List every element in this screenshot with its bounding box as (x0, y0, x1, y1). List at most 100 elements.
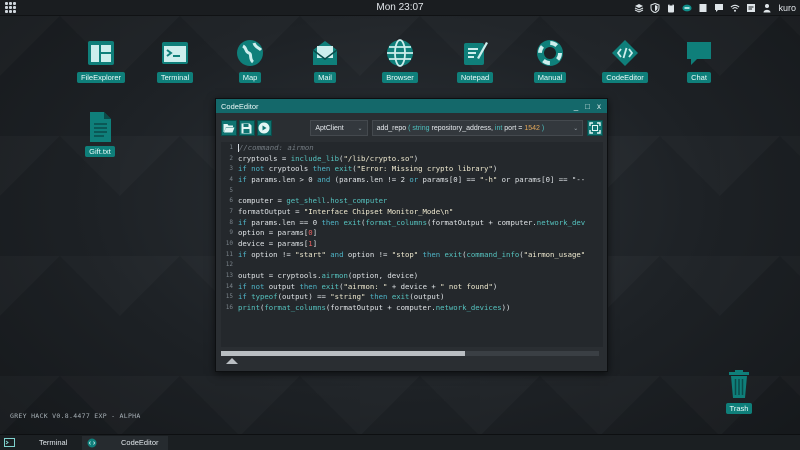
desktop-icon-map[interactable]: Map (220, 36, 280, 83)
desktop-icon-label: Chat (687, 72, 711, 83)
terminal-icon (158, 36, 192, 70)
param-type: int (494, 124, 503, 132)
taskbar: Terminal CodeEditor (0, 434, 800, 450)
wifi-icon[interactable] (730, 3, 740, 13)
code-line: 11 if option != "start" and option != "st… (225, 249, 586, 259)
terminal-icon (4, 438, 15, 448)
clipboard-icon[interactable] (666, 3, 676, 13)
run-button[interactable] (256, 120, 273, 136)
code-line: 6 computer = get_shell.host_computer (229, 196, 388, 206)
file-explorer-icon (84, 36, 118, 70)
code-line: 9 option = params[0] (229, 228, 318, 238)
mail-icon (308, 36, 342, 70)
taskbar-item-label: Terminal (39, 438, 68, 447)
code-line: 4 if params.len > 0 and (params.len != 2 … (229, 174, 586, 184)
taskbar-item-code-editor[interactable]: CodeEditor (82, 435, 168, 450)
desktop-icon-trash[interactable]: Trash (709, 367, 769, 414)
param-type: string (412, 124, 430, 132)
code-line: 8 if params.len == 0 then exit(format_col… (229, 217, 586, 227)
code-line: 10 device = params[1] (225, 239, 318, 249)
close-button[interactable]: x (597, 102, 601, 111)
play-circle-icon (258, 122, 270, 134)
user-icon[interactable] (762, 3, 772, 13)
code-line: 13 output = cryptools.airmon(option, devi… (225, 271, 419, 281)
trash-icon (722, 367, 756, 401)
code-line: 12 (225, 261, 233, 269)
desktop-icon-browser[interactable]: Browser (370, 36, 430, 83)
code-line: 1//command: airmon (229, 142, 314, 152)
layers-icon[interactable] (634, 3, 644, 13)
code-line: 15 if typeof(output) == "string" then exi… (225, 292, 445, 302)
param-name: port (504, 124, 517, 132)
window-titlebar[interactable]: CodeEditor _ □ x (216, 99, 607, 113)
desktop-icon-manual[interactable]: Manual (520, 36, 580, 83)
method-select[interactable]: add_repo ( string repository_address, in… (371, 120, 584, 136)
open-file-button[interactable] (221, 120, 237, 136)
fullscreen-button[interactable] (587, 120, 604, 136)
method-name: add_repo (376, 124, 407, 132)
expand-icon (589, 122, 601, 134)
chevron-down-icon: ⌄ (573, 125, 579, 132)
taskbar-item-label: CodeEditor (121, 438, 159, 447)
apps-menu-icon[interactable] (3, 1, 17, 15)
folder-open-icon (223, 124, 235, 133)
horizontal-scrollbar[interactable] (221, 351, 599, 356)
desktop-icon-label: Mail (314, 72, 336, 83)
desktop-icon-label: Manual (533, 72, 567, 83)
desktop-icon-label: Terminal (156, 72, 194, 83)
code-textarea[interactable]: 1//command: airmon 2 cryptools = include_… (221, 142, 603, 347)
code-line: 7 formatOutput = "Interface Chipset Monit… (229, 206, 454, 216)
username-label: kuro (778, 3, 796, 13)
desktop-icon-chat[interactable]: Chat (669, 36, 729, 83)
desktop-file-gift[interactable]: Gift.txt (70, 110, 130, 157)
editor-toolbar: AptClient ⌄ add_repo ( string repository… (221, 117, 604, 139)
desktop-icon-label: Notepad (456, 72, 494, 83)
taskbar-item-terminal[interactable]: Terminal (0, 436, 80, 450)
code-line: 16 print(format_columns(formatOutput + co… (225, 303, 511, 313)
notepad-tray-icon[interactable] (698, 3, 708, 13)
param-equals: = (518, 124, 523, 132)
messages-icon[interactable] (714, 3, 724, 13)
class-select-value: AptClient (315, 124, 344, 132)
desktop-icon-label: Gift.txt (85, 146, 115, 157)
code-editor-icon (608, 36, 642, 70)
desktop-icon-label: Trash (725, 403, 753, 414)
method-paren-open: ( (408, 124, 411, 132)
code-editor-window: CodeEditor _ □ x AptClient ⌄ add_repo ( … (215, 98, 608, 372)
code-editor-icon (86, 438, 97, 448)
desktop-icon-label: Browser (382, 72, 418, 83)
network-status-icon[interactable] (682, 3, 693, 13)
mail-tray-icon[interactable] (746, 3, 756, 13)
desktop-icon-label: Map (238, 72, 262, 83)
notepad-icon (458, 36, 492, 70)
param-default: 1542 (524, 124, 540, 132)
system-tray: kuro (634, 0, 796, 16)
desktop-icon-file-explorer[interactable]: FileExplorer (71, 36, 131, 83)
save-button[interactable] (238, 120, 255, 136)
globe-icon (233, 36, 267, 70)
class-select[interactable]: AptClient ⌄ (310, 120, 368, 136)
desktop-icon-label: FileExplorer (76, 72, 125, 83)
shield-icon[interactable] (650, 3, 660, 13)
lifebuoy-icon (533, 36, 567, 70)
maximize-button[interactable]: □ (585, 102, 590, 111)
desktop-icon-terminal[interactable]: Terminal (145, 36, 205, 83)
code-line: 2 cryptools = include_lib("/lib/crypto.so… (229, 153, 419, 163)
desktop-icon-notepad[interactable]: Notepad (445, 36, 505, 83)
text-file-icon (83, 110, 117, 144)
save-icon (241, 123, 252, 133)
top-bar: Mon 23:07 kuro (0, 0, 800, 16)
code-line: 3 if not cryptools then exit("Error: Miss… (229, 164, 498, 174)
scrollbar-thumb[interactable] (221, 351, 465, 356)
chevron-down-icon: ⌄ (357, 125, 363, 132)
desktop-icon-label: CodeEditor (602, 72, 648, 83)
desktop-icon-mail[interactable]: Mail (295, 36, 355, 83)
version-label: GREY HACK V0.8.4477 EXP - ALPHA (10, 412, 141, 420)
method-paren-close: ) (541, 124, 545, 132)
browser-icon (383, 36, 417, 70)
desktop-icon-code-editor[interactable]: CodeEditor (595, 36, 655, 83)
chat-icon (682, 36, 716, 70)
scroll-up-arrow-icon[interactable] (226, 358, 238, 364)
window-title: CodeEditor (221, 101, 259, 111)
minimize-button[interactable]: _ (574, 102, 578, 111)
